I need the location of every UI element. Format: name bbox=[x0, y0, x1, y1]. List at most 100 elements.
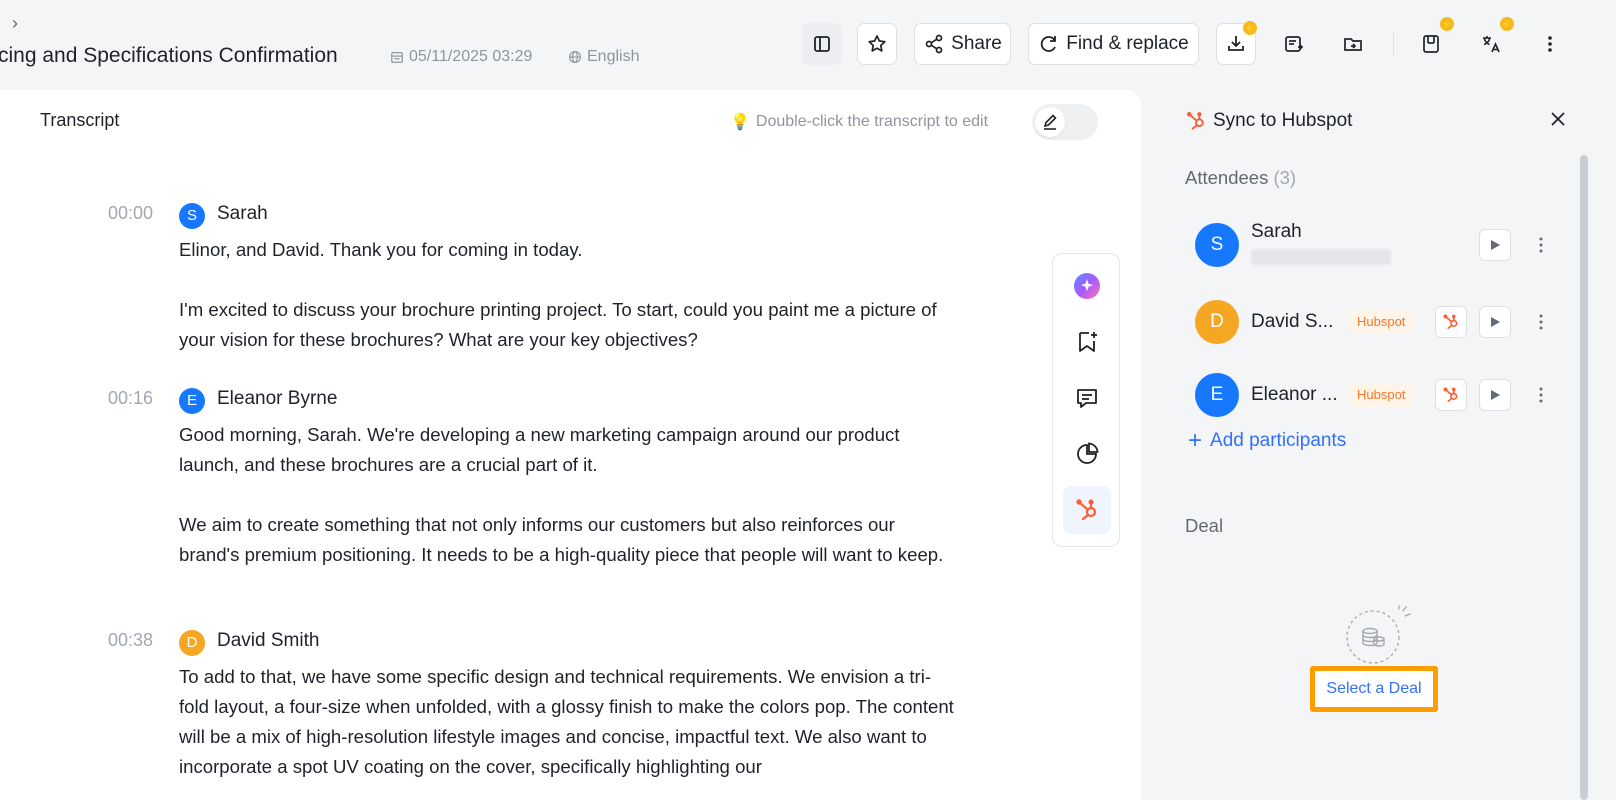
attendee-more-button[interactable] bbox=[1531, 381, 1551, 409]
attendees-label: Attendees bbox=[1185, 167, 1269, 188]
hubspot-sync-button[interactable] bbox=[1063, 486, 1111, 534]
find-replace-button[interactable]: Find & replace bbox=[1028, 23, 1199, 65]
segment-paragraph: To add to that, we have some specific de… bbox=[179, 666, 954, 777]
download-icon bbox=[1228, 36, 1244, 51]
comments-button[interactable] bbox=[1063, 374, 1111, 422]
meeting-date: 05/11/2025 03:29 bbox=[390, 48, 532, 66]
segment-text[interactable]: Elinor, and David. Thank you for coming … bbox=[179, 235, 959, 355]
panel-title: Sync to Hubspot bbox=[1185, 110, 1352, 132]
more-vertical-icon bbox=[1539, 237, 1543, 253]
speaker-name[interactable]: David Smith bbox=[217, 630, 319, 652]
share-button[interactable]: Share bbox=[914, 23, 1011, 65]
language-selector[interactable]: English bbox=[568, 48, 639, 66]
hubspot-contact-button[interactable] bbox=[1435, 379, 1467, 411]
speaker-avatar: E bbox=[179, 388, 205, 414]
close-icon bbox=[1551, 112, 1565, 126]
segment-paragraph: Elinor, and David. Thank you for coming … bbox=[179, 239, 583, 260]
edit-hint-text: Double-click the transcript to edit bbox=[755, 113, 989, 130]
play-speaker-button[interactable] bbox=[1479, 306, 1511, 338]
more-vertical-icon bbox=[1548, 36, 1552, 52]
add-participants-button[interactable]: + Add participants bbox=[1188, 427, 1347, 454]
export-doc-icon bbox=[1285, 36, 1304, 52]
panel-scrollbar[interactable] bbox=[1580, 155, 1588, 800]
breadcrumb-chevron-icon[interactable]: › bbox=[12, 13, 18, 34]
attendee-row[interactable]: E Eleanor ... Hubspot bbox=[1185, 373, 1565, 433]
segment-text[interactable]: To add to that, we have some specific de… bbox=[179, 662, 959, 782]
more-options-button[interactable] bbox=[1529, 23, 1571, 65]
attendee-more-button[interactable] bbox=[1531, 308, 1551, 336]
play-speaker-button[interactable] bbox=[1479, 229, 1511, 261]
translate-button[interactable]: ⚡ bbox=[1470, 17, 1514, 65]
speaker-avatar: S bbox=[179, 203, 205, 229]
avatar: E bbox=[1195, 373, 1239, 417]
premium-badge-icon: ⚡ bbox=[1243, 21, 1257, 35]
toggle-panel-button[interactable] bbox=[802, 23, 842, 65]
add-participants-label: Add participants bbox=[1210, 430, 1347, 451]
play-icon bbox=[1491, 390, 1500, 400]
segment-timestamp[interactable]: 00:00 bbox=[108, 203, 153, 224]
ai-assistant-button[interactable] bbox=[1063, 262, 1111, 310]
find-replace-label: Find & replace bbox=[1066, 33, 1189, 54]
transcript-panel: Transcript 💡 Double-click the transcript… bbox=[0, 90, 1141, 800]
export-transcript-button[interactable] bbox=[1273, 23, 1315, 65]
move-to-folder-button[interactable] bbox=[1332, 23, 1374, 65]
analytics-button[interactable] bbox=[1063, 430, 1111, 478]
attendee-row[interactable]: D David S... Hubspot bbox=[1185, 300, 1565, 360]
attendees-heading: Attendees (3) bbox=[1185, 167, 1296, 189]
avatar: D bbox=[1195, 300, 1239, 344]
translate-icon bbox=[1483, 36, 1500, 53]
star-icon bbox=[868, 35, 886, 52]
pencil-icon bbox=[1043, 114, 1057, 130]
header: › cing and Specifications Confirmation 0… bbox=[0, 0, 1616, 90]
hubspot-contact-button[interactable] bbox=[1435, 306, 1467, 338]
edit-toggle-knob bbox=[1035, 107, 1065, 137]
more-vertical-icon bbox=[1539, 314, 1543, 330]
segment-text[interactable]: Good morning, Sarah. We're developing a … bbox=[179, 420, 959, 570]
segment-paragraph: We aim to create something that not only… bbox=[179, 514, 944, 565]
attendee-name: Eleanor ... bbox=[1251, 384, 1338, 405]
hubspot-icon bbox=[1443, 387, 1458, 403]
side-tool-column bbox=[1052, 253, 1120, 547]
attendees-count: (3) bbox=[1273, 167, 1297, 188]
save-notes-button[interactable]: ⚡ bbox=[1410, 17, 1454, 65]
page-title: cing and Specifications Confirmation bbox=[0, 44, 338, 67]
edit-mode-toggle[interactable] bbox=[1032, 104, 1098, 140]
speaker-name[interactable]: Eleanor Byrne bbox=[217, 388, 337, 410]
add-bookmark-button[interactable] bbox=[1063, 318, 1111, 366]
play-icon bbox=[1491, 240, 1500, 250]
panel-toggle-icon bbox=[814, 36, 830, 52]
play-speaker-button[interactable] bbox=[1479, 379, 1511, 411]
attendee-name: Sarah bbox=[1251, 221, 1302, 242]
hubspot-icon bbox=[1443, 314, 1458, 330]
segment-paragraph: I'm excited to discuss your brochure pri… bbox=[179, 299, 937, 350]
speaker-avatar: D bbox=[179, 630, 205, 656]
more-vertical-icon bbox=[1539, 387, 1543, 403]
ai-sparkle-icon bbox=[1074, 273, 1100, 299]
attendee-more-button[interactable] bbox=[1531, 231, 1551, 259]
avatar: S bbox=[1195, 223, 1239, 267]
segment-timestamp[interactable]: 00:16 bbox=[108, 388, 153, 409]
attendee-name: David S... bbox=[1251, 311, 1334, 332]
download-button[interactable]: ⚡ bbox=[1216, 21, 1257, 65]
notebook-icon bbox=[1423, 35, 1439, 53]
plus-icon: + bbox=[1188, 427, 1203, 454]
favorite-button[interactable] bbox=[857, 23, 897, 65]
speaker-name[interactable]: Sarah bbox=[217, 203, 268, 225]
language-label: English bbox=[587, 48, 640, 65]
find-replace-icon bbox=[1041, 36, 1057, 52]
select-deal-button[interactable]: Select a Deal bbox=[1310, 666, 1438, 712]
bookmark-plus-icon bbox=[1079, 332, 1097, 352]
segment-timestamp[interactable]: 00:38 bbox=[108, 630, 153, 651]
edit-hint: 💡 Double-click the transcript to edit bbox=[730, 112, 988, 132]
premium-badge-icon: ⚡ bbox=[1500, 17, 1514, 31]
globe-icon bbox=[569, 51, 581, 63]
attendee-email-redacted bbox=[1251, 249, 1391, 265]
close-panel-button[interactable] bbox=[1545, 106, 1571, 132]
calendar-icon bbox=[391, 52, 403, 63]
hubspot-icon bbox=[1186, 111, 1204, 130]
premium-badge-icon: ⚡ bbox=[1440, 17, 1454, 31]
folder-icon bbox=[1344, 38, 1362, 51]
attendee-row[interactable]: S Sarah bbox=[1185, 221, 1565, 283]
pie-chart-icon bbox=[1077, 442, 1099, 464]
lightbulb-icon: 💡 bbox=[730, 114, 750, 131]
